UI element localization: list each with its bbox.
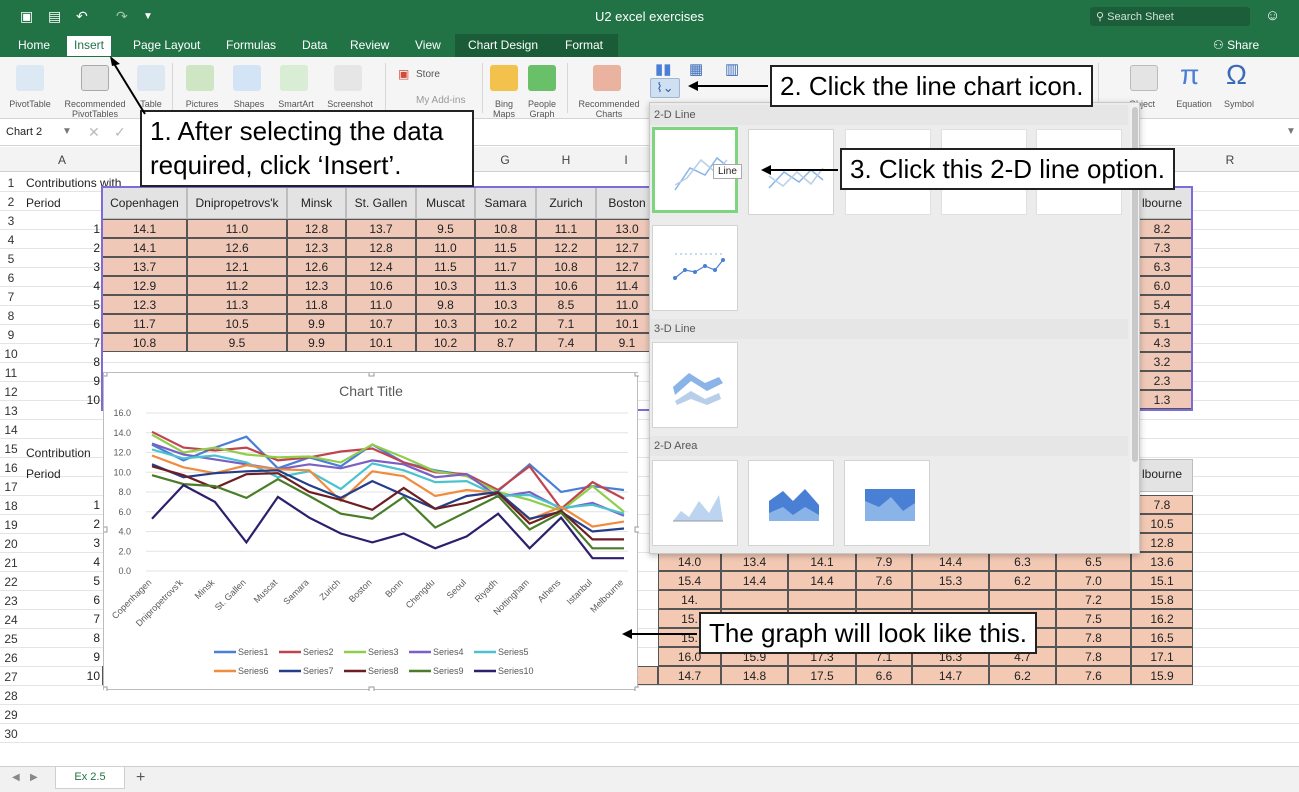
- arrow-head-icon: [761, 165, 771, 175]
- arrow-head-icon: [110, 56, 120, 66]
- annotation-arrows: [110, 56, 838, 639]
- arrow-head-icon: [622, 629, 632, 639]
- arrow-step1: [112, 61, 146, 115]
- prev-sheet-icon[interactable]: ◀: [12, 772, 20, 783]
- next-sheet-icon[interactable]: ▶: [30, 772, 38, 783]
- sheet-tab-bar: ◀ ▶ Ex 2.5 +: [0, 766, 1299, 792]
- arrow-head-icon: [688, 81, 698, 91]
- add-sheet-icon[interactable]: +: [136, 769, 145, 787]
- sheet-tab-ex25[interactable]: Ex 2.5: [55, 767, 125, 789]
